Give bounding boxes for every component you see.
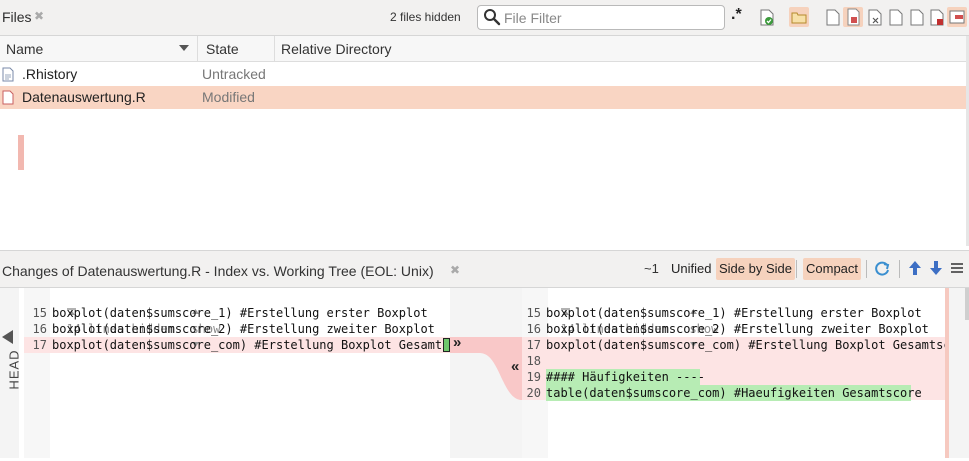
modified-file-icon bbox=[847, 8, 860, 26]
untracked-file-icon bbox=[2, 67, 14, 82]
toolbar-separator bbox=[899, 260, 900, 278]
close-diff-icon[interactable]: ✖ bbox=[450, 263, 460, 277]
line-number: 17 bbox=[32, 338, 47, 352]
files-panel-title: Files bbox=[2, 9, 32, 25]
head-gutter: HEAD bbox=[0, 288, 22, 458]
apply-hunk-marker[interactable] bbox=[443, 338, 450, 352]
head-arrow-icon[interactable] bbox=[2, 330, 13, 344]
file-state: Untracked bbox=[202, 66, 266, 82]
search-icon bbox=[484, 9, 501, 26]
column-relative-directory[interactable]: Relative Directory bbox=[281, 41, 391, 57]
menu-icon[interactable] bbox=[950, 261, 964, 275]
deleted-file-icon[interactable] bbox=[867, 9, 883, 26]
toolbar-separator bbox=[796, 260, 797, 278]
right-show-lines[interactable]: show bbox=[675, 289, 718, 347]
previous-change-icon[interactable] bbox=[908, 260, 922, 276]
head-label: HEAD bbox=[6, 349, 22, 390]
apply-right-button[interactable]: » bbox=[453, 334, 461, 351]
file-row-selected[interactable]: Datenauswertung.R Modified bbox=[0, 86, 966, 109]
diff-scrollbar[interactable] bbox=[945, 288, 969, 458]
open-folder-button[interactable] bbox=[789, 7, 809, 27]
file-filter-box[interactable] bbox=[477, 5, 725, 30]
file-name: Datenauswertung.R bbox=[22, 89, 146, 105]
hidden-files-count[interactable]: 2 files hidden bbox=[390, 10, 461, 24]
right-hidden-lines[interactable]: 14 lines hidden bbox=[546, 289, 669, 336]
diff-title: Changes of Datenauswertung.R - Index vs.… bbox=[2, 263, 434, 279]
diff-scroll-marker[interactable] bbox=[945, 288, 949, 458]
file-table-header: Name State Relative Directory bbox=[0, 36, 969, 62]
new-file-icon[interactable] bbox=[825, 9, 841, 26]
line-number: 17 bbox=[526, 338, 541, 352]
line-number: 15 bbox=[32, 306, 47, 320]
toggle-view-button[interactable] bbox=[947, 7, 967, 27]
left-hidden-lines[interactable]: 14 lines hidden bbox=[52, 289, 175, 336]
file-row[interactable]: .Rhistory Untracked bbox=[0, 63, 966, 86]
split-view-icon bbox=[949, 10, 965, 24]
code-line-changed[interactable]: boxplot(daten$sumscore_com) #Erstellung … bbox=[546, 337, 945, 353]
file-name: .Rhistory bbox=[22, 66, 78, 82]
scrollbar-thumb[interactable] bbox=[965, 288, 969, 320]
regex-toggle-button[interactable]: .* bbox=[731, 6, 742, 24]
line-number: 16 bbox=[526, 322, 541, 336]
untracked-file-icon[interactable] bbox=[888, 9, 904, 26]
column-divider[interactable] bbox=[197, 36, 198, 62]
sort-descending-icon[interactable] bbox=[179, 45, 189, 51]
code-line[interactable]: boxplot(daten$sumscore_1) #Erstellung er… bbox=[52, 305, 428, 321]
unified-mode-button[interactable]: Unified bbox=[668, 258, 714, 280]
conflict-file-icon[interactable] bbox=[929, 9, 945, 26]
modified-file-icon bbox=[2, 90, 14, 105]
line-number: 19 bbox=[526, 370, 541, 384]
folder-icon bbox=[791, 12, 807, 24]
file-filter-input[interactable] bbox=[504, 8, 719, 27]
close-files-panel-icon[interactable]: ✖ bbox=[34, 9, 44, 23]
code-line[interactable]: boxplot(daten$sumscore_2) #Erstellung zw… bbox=[546, 321, 929, 337]
code-line-added[interactable]: table(daten$sumscore_com) #Haeufigkeiten… bbox=[546, 385, 922, 401]
refresh-icon[interactable] bbox=[874, 260, 891, 277]
ignored-file-icon[interactable] bbox=[909, 9, 925, 26]
side-by-side-mode-button[interactable]: Side by Side bbox=[716, 258, 795, 280]
line-number: 20 bbox=[526, 386, 541, 400]
toolbar-separator bbox=[866, 260, 867, 278]
files-toolbar: Files ✖ 2 files hidden .* bbox=[0, 0, 969, 36]
next-change-icon[interactable] bbox=[929, 260, 943, 276]
column-divider[interactable] bbox=[274, 36, 275, 62]
column-state[interactable]: State bbox=[206, 41, 239, 57]
column-name[interactable]: Name bbox=[6, 41, 43, 57]
filter-modified-button[interactable] bbox=[843, 7, 863, 27]
line-number: 15 bbox=[526, 306, 541, 320]
stage-file-icon[interactable] bbox=[759, 9, 775, 26]
code-line[interactable]: boxplot(daten$sumscore_2) #Erstellung zw… bbox=[52, 321, 435, 337]
left-show-lines[interactable]: show bbox=[177, 289, 220, 347]
line-number: 16 bbox=[32, 322, 47, 336]
compact-mode-button[interactable]: Compact bbox=[803, 258, 862, 280]
diff-connector: » « bbox=[450, 288, 522, 458]
line-number: 18 bbox=[526, 354, 541, 368]
change-count: ~1 bbox=[644, 261, 659, 276]
code-line-added[interactable]: #### Häufigkeiten ---- bbox=[546, 369, 705, 385]
change-marker[interactable] bbox=[18, 135, 24, 170]
file-state: Modified bbox=[202, 89, 255, 105]
code-line[interactable]: boxplot(daten$sumscore_1) #Erstellung er… bbox=[546, 305, 922, 321]
code-line-changed[interactable]: boxplot(daten$sumscore_com) #Erstellung … bbox=[52, 337, 444, 353]
diff-toolbar: Changes of Datenauswertung.R - Index vs.… bbox=[0, 250, 969, 288]
